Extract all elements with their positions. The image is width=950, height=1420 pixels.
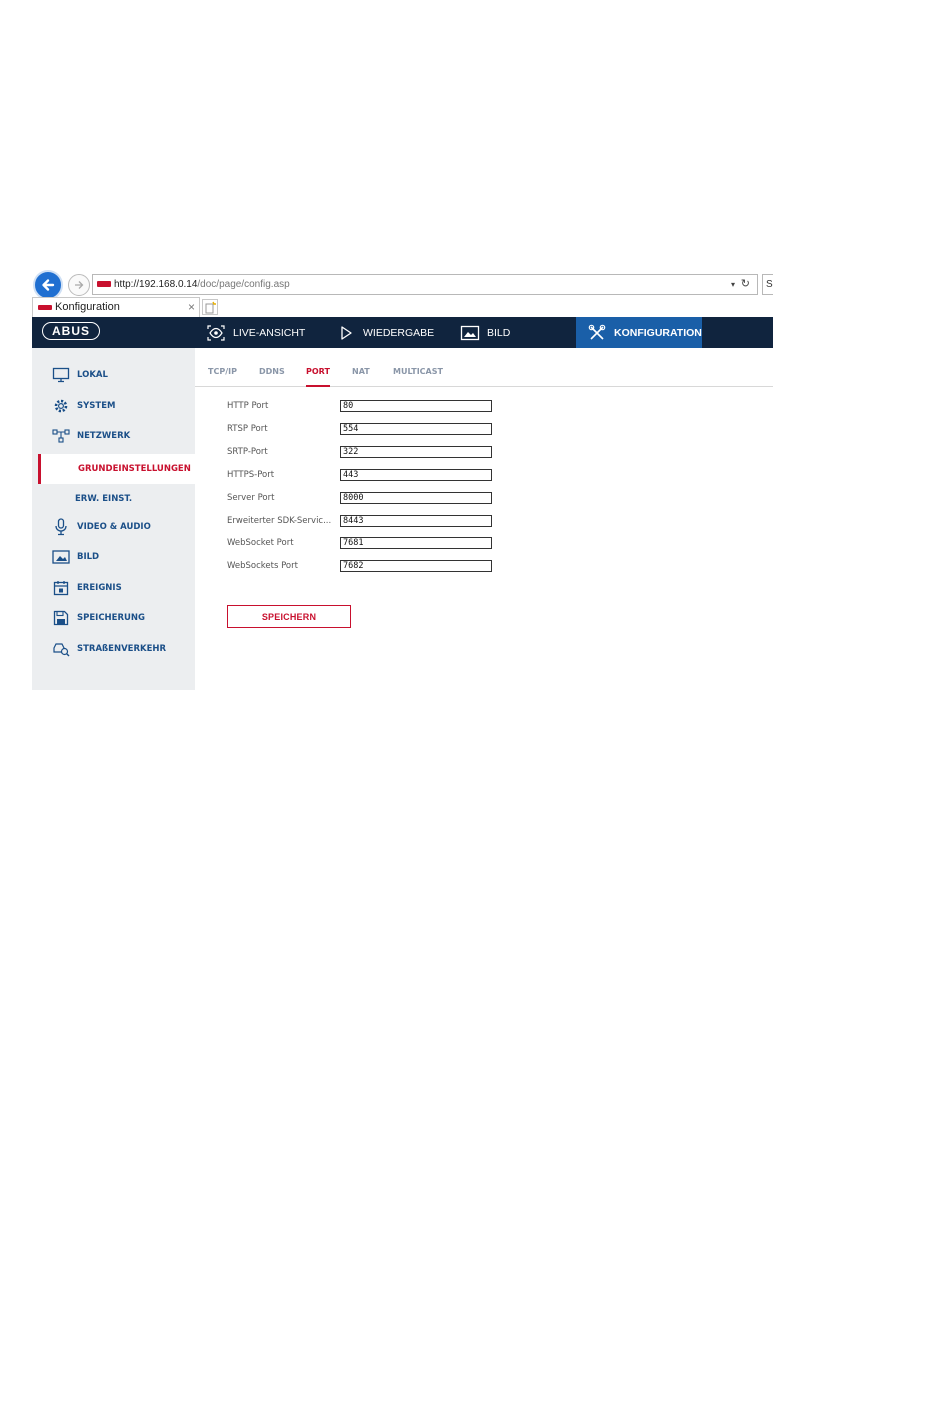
- sidebar-item-label: STRAßENVERKEHR: [77, 644, 167, 654]
- nav-live-view-label: LIVE-ANSICHT: [233, 326, 306, 339]
- nav-image[interactable]: BILD: [460, 317, 510, 348]
- url-input[interactable]: http://192.168.0.14/doc/page/config.asp …: [92, 274, 758, 295]
- eye-icon: [206, 323, 226, 343]
- tab-tcpip[interactable]: TCP/IP: [208, 367, 237, 387]
- sidebar-item-local[interactable]: LOKAL: [32, 361, 195, 389]
- sidebar-item-event[interactable]: EREIGNIS: [32, 574, 195, 602]
- new-tab-button[interactable]: [202, 299, 218, 315]
- srtp-port-label: SRTP-Port: [227, 447, 268, 457]
- url-dropdown-icon[interactable]: ▾: [731, 275, 735, 294]
- http-port-input[interactable]: 80: [340, 400, 492, 412]
- sidebar-item-image[interactable]: BILD: [32, 543, 195, 571]
- forward-button[interactable]: [68, 274, 90, 296]
- main-content: TCP/IP DDNS PORT NAT MULTICAST HTTP Port…: [195, 348, 773, 690]
- form-row-server-port: Server Port 8000: [227, 492, 527, 508]
- abus-logo: ABUS: [42, 322, 100, 340]
- browser-tab[interactable]: Konfiguration ×: [32, 297, 200, 317]
- form-row-https-port: HTTPS-Port 443: [227, 469, 527, 485]
- tab-nat[interactable]: NAT: [352, 367, 370, 387]
- save-icon: [52, 609, 70, 627]
- sidebar-subitem-label: ERW. EINST.: [75, 494, 133, 504]
- car-search-icon: [52, 640, 70, 658]
- url-text: http://192.168.0.14/doc/page/config.asp: [114, 279, 290, 290]
- nav-configuration-label: KONFIGURATION: [614, 326, 702, 339]
- websocket-port-input[interactable]: 7681: [340, 537, 492, 549]
- rtsp-port-input[interactable]: 554: [340, 423, 492, 435]
- sidebar-item-video-audio[interactable]: VIDEO & AUDIO: [32, 513, 195, 541]
- https-port-input[interactable]: 443: [340, 469, 492, 481]
- image-icon: [52, 548, 70, 566]
- sidebar-item-storage[interactable]: SPEICHERUNG: [32, 604, 195, 632]
- sidebar-item-label: SPEICHERUNG: [77, 613, 146, 623]
- websockets-port-label: WebSockets Port: [227, 561, 298, 571]
- sidebar-item-label: SYSTEM: [77, 401, 116, 411]
- sidebar-subitem-advanced-settings[interactable]: ERW. EINST.: [38, 484, 195, 514]
- sidebar-item-label: VIDEO & AUDIO: [77, 522, 151, 532]
- sidebar-item-label: BILD: [77, 552, 100, 562]
- refresh-icon[interactable]: ↻: [741, 275, 750, 294]
- form-row-http-port: HTTP Port 80: [227, 400, 527, 416]
- tab-multicast[interactable]: MULTICAST: [393, 367, 443, 387]
- save-button[interactable]: SPEICHERN: [227, 605, 351, 628]
- form-row-rtsp-port: RTSP Port 554: [227, 423, 527, 439]
- browser-window: http://192.168.0.14/doc/page/config.asp …: [32, 268, 773, 690]
- sdk-service-port-label: Erweiterter SDK-Servic...: [227, 516, 332, 526]
- sdk-service-port-input[interactable]: 8443: [340, 515, 492, 527]
- sidebar-item-label: EREIGNIS: [77, 583, 122, 593]
- server-port-label: Server Port: [227, 493, 275, 503]
- websockets-port-input[interactable]: 7682: [340, 560, 492, 572]
- nav-live-view[interactable]: LIVE-ANSICHT: [206, 317, 305, 348]
- form-row-sdk-service-port: Erweiterter SDK-Servic... 8443: [227, 515, 527, 531]
- http-port-label: HTTP Port: [227, 401, 269, 411]
- nav-image-label: BILD: [487, 326, 511, 339]
- tab-ddns[interactable]: DDNS: [259, 367, 285, 387]
- image-icon: [460, 323, 480, 343]
- form-row-websocket-port: WebSocket Port 7681: [227, 537, 527, 553]
- tools-icon: [587, 323, 607, 343]
- sidebar-item-label: NETZWERK: [77, 431, 131, 441]
- monitor-icon: [52, 366, 70, 384]
- sidebar-item-traffic[interactable]: STRAßENVERKEHR: [32, 635, 195, 663]
- browser-tab-row: Konfiguration ×: [32, 297, 773, 317]
- sidebar: LOKAL SYSTEM NETZWERK GRUNDEINSTELLUNGEN…: [32, 348, 195, 690]
- nav-configuration[interactable]: KONFIGURATION: [576, 317, 702, 348]
- app-header: ABUS LIVE-ANSICHT WIEDERGABE BILD KONFIG…: [32, 317, 773, 348]
- websocket-port-label: WebSocket Port: [227, 538, 294, 548]
- address-bar-row: http://192.168.0.14/doc/page/config.asp …: [32, 268, 773, 300]
- nav-playback[interactable]: WIEDERGABE: [336, 317, 434, 348]
- nav-playback-label: WIEDERGABE: [363, 326, 435, 339]
- site-favicon-icon: [97, 281, 111, 287]
- tab-title: Konfiguration: [55, 301, 120, 313]
- sidebar-subitem-label: GRUNDEINSTELLUNGEN: [78, 464, 191, 474]
- srtp-port-input[interactable]: 322: [340, 446, 492, 458]
- search-box[interactable]: S: [762, 274, 773, 295]
- calendar-icon: [52, 579, 70, 597]
- gear-icon: [52, 397, 70, 415]
- form-row-srtp-port: SRTP-Port 322: [227, 446, 527, 462]
- https-port-label: HTTPS-Port: [227, 470, 275, 480]
- new-tab-icon: [205, 301, 216, 314]
- form-row-websockets-port: WebSockets Port 7682: [227, 560, 527, 576]
- microphone-icon: [52, 518, 70, 536]
- play-icon: [336, 323, 356, 343]
- rtsp-port-label: RTSP Port: [227, 424, 268, 434]
- network-subtabs: TCP/IP DDNS PORT NAT MULTICAST: [195, 348, 773, 387]
- sidebar-item-system[interactable]: SYSTEM: [32, 392, 195, 420]
- tab-favicon-icon: [38, 305, 52, 310]
- arrow-right-icon: [75, 281, 84, 289]
- network-icon: [52, 427, 70, 445]
- sidebar-item-network[interactable]: NETZWERK: [32, 422, 195, 450]
- server-port-input[interactable]: 8000: [340, 492, 492, 504]
- back-button[interactable]: [33, 270, 63, 300]
- tab-close-icon[interactable]: ×: [188, 298, 195, 317]
- sidebar-subitem-basic-settings[interactable]: GRUNDEINSTELLUNGEN: [38, 454, 195, 484]
- sidebar-item-label: LOKAL: [77, 370, 108, 380]
- arrow-left-icon: [42, 279, 55, 291]
- tab-port[interactable]: PORT: [306, 367, 330, 387]
